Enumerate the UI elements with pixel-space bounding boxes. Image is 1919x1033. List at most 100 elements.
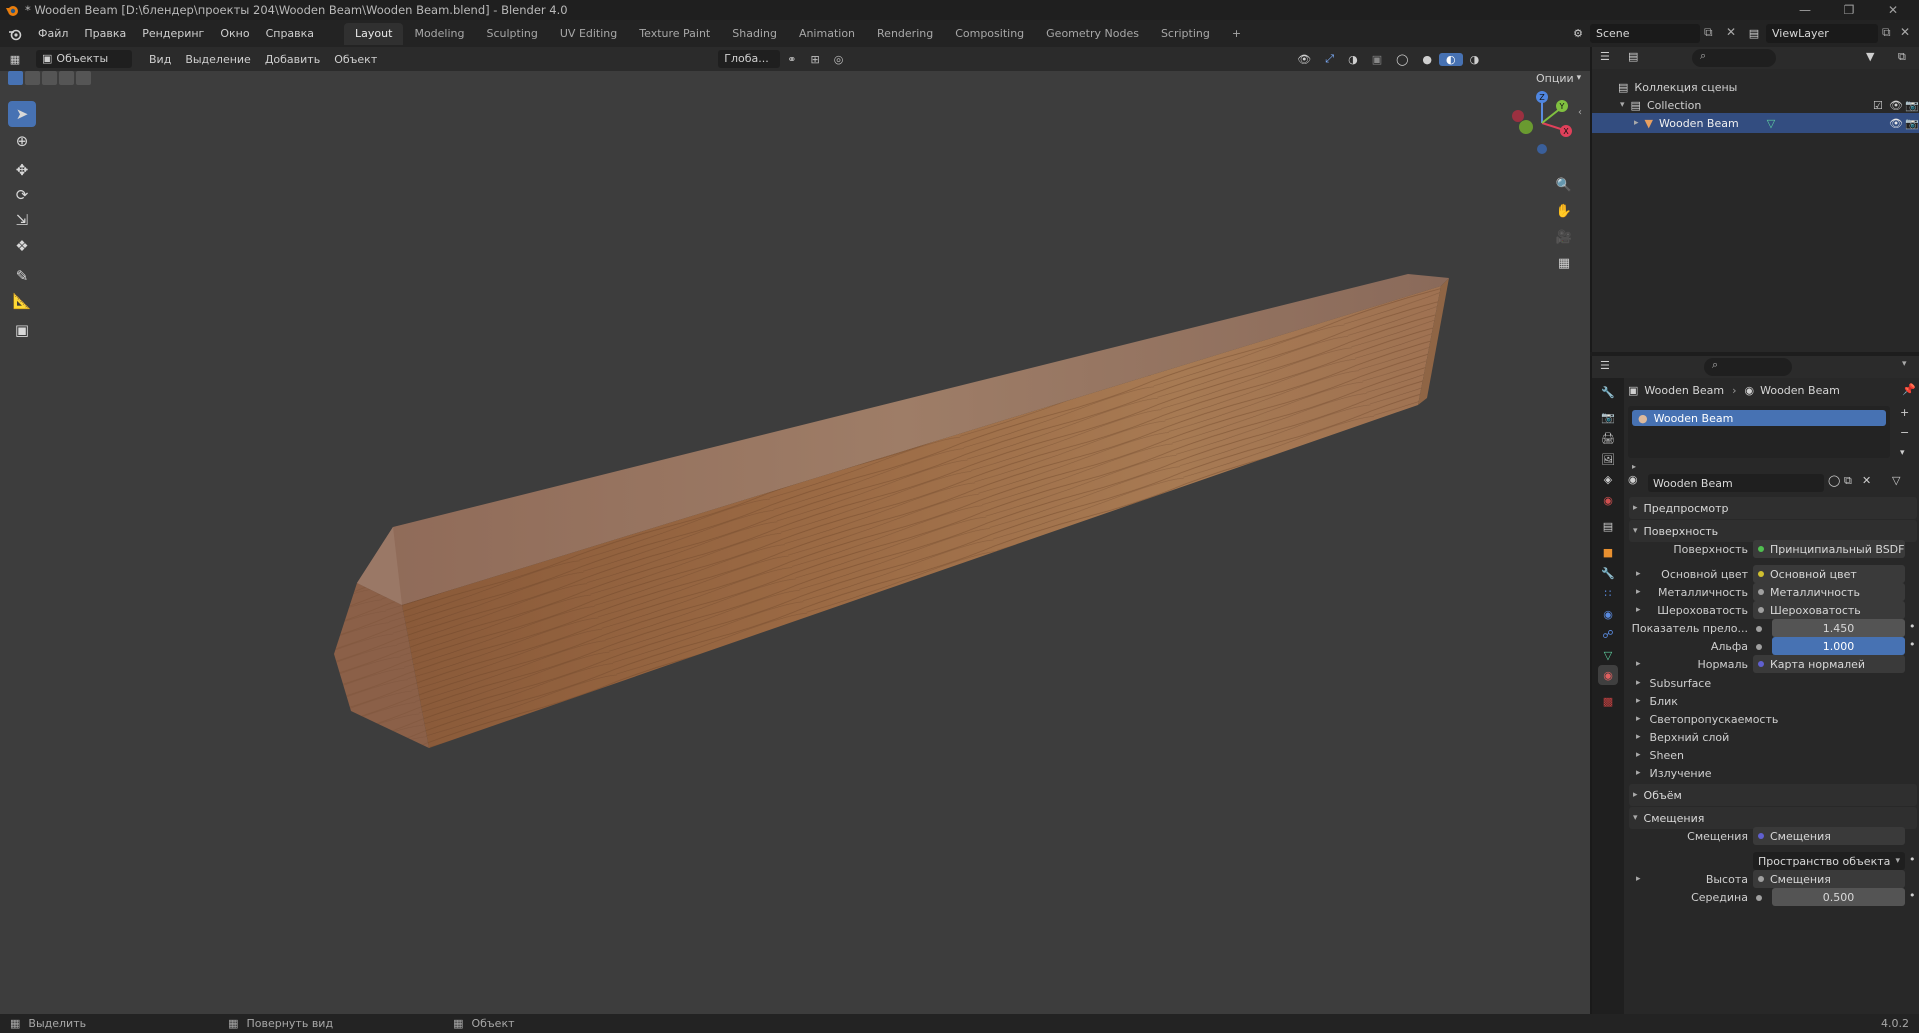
tab-shading[interactable]: Shading xyxy=(721,23,788,45)
surface-shader-field[interactable]: Принципиальный BSDF xyxy=(1753,540,1905,558)
section-displacement[interactable]: ▾ Смещения xyxy=(1629,807,1917,829)
scene-field[interactable]: Scene xyxy=(1590,24,1700,43)
camera-render-icon[interactable]: 📷 xyxy=(1905,99,1919,112)
material-tab-icon[interactable]: ◉ xyxy=(1598,665,1618,685)
displacement-field[interactable]: Смещения xyxy=(1753,827,1905,845)
display-mode-icon[interactable]: ▤ xyxy=(1628,50,1638,63)
subpanel-sheen[interactable]: ▸ Sheen xyxy=(1636,745,1916,765)
keyframe-dot-icon[interactable]: • xyxy=(1909,889,1916,902)
section-preview[interactable]: ▸ Предпросмотр xyxy=(1629,497,1917,519)
keyframe-dot-icon[interactable]: • xyxy=(1909,638,1916,651)
outliner-search-input[interactable]: ⌕ xyxy=(1692,49,1776,67)
physics-tab-icon[interactable]: ◉ xyxy=(1598,604,1618,624)
render-tab-icon[interactable]: 📷 xyxy=(1598,407,1618,427)
minimize-button[interactable]: — xyxy=(1783,0,1827,20)
normal-field[interactable]: Карта нормалей xyxy=(1753,655,1905,673)
subpanel-transmission[interactable]: ▸ Светопропускаемость xyxy=(1636,709,1916,729)
outliner-row-scene-collection[interactable]: ▤ Коллекция сцены xyxy=(1592,77,1919,97)
material-filter-icon[interactable]: ▽ xyxy=(1892,474,1900,487)
menu-file[interactable]: Файл xyxy=(30,20,76,47)
ior-value-field[interactable]: 1.450 xyxy=(1772,619,1905,637)
properties-editor-icon[interactable]: ☰ xyxy=(1600,359,1610,372)
tab-sculpting[interactable]: Sculpting xyxy=(476,23,549,45)
view-layer-remove-icon[interactable]: ✕ xyxy=(1900,25,1910,39)
transform-orientation-dropdown[interactable]: Глоба... xyxy=(718,50,781,68)
modifier-tab-icon[interactable]: 🔧 xyxy=(1598,563,1618,583)
outliner-row-wooden-beam[interactable]: ▸ ▼ Wooden Beam ▽ 👁 📷 xyxy=(1592,113,1919,133)
fake-user-shield-icon[interactable]: ◯ xyxy=(1828,474,1840,487)
visibility-icon[interactable]: 👁 xyxy=(1290,53,1318,66)
blender-menu-icon[interactable] xyxy=(0,27,30,41)
editor-type-icon[interactable]: ▦ xyxy=(0,53,30,66)
scene-selector-icon[interactable]: ⚙ xyxy=(1568,24,1588,43)
output-tab-icon[interactable]: 🖨 xyxy=(1598,428,1618,448)
pivot-point-icon[interactable]: ⚭ xyxy=(780,53,803,66)
tab-modeling[interactable]: Modeling xyxy=(403,23,475,45)
new-collection-icon[interactable]: ⧉ xyxy=(1898,50,1906,64)
material-name-field[interactable]: Wooden Beam xyxy=(1648,474,1824,492)
zoom-icon[interactable]: 🔍 xyxy=(1552,173,1576,197)
object-tab-icon[interactable]: ■ xyxy=(1598,542,1618,562)
3d-viewport[interactable]: Опции ▾ ➤ ⊕ ✥ ⟳ ⇲ ❖ ✎ 📐 ▣ Z X Y 🔍 ✋ 🎥 ▦ … xyxy=(0,71,1590,1014)
snap-icon[interactable]: ⊞ xyxy=(803,53,826,66)
subpanel-subsurface[interactable]: ▸ Subsurface xyxy=(1636,673,1916,693)
menu-window[interactable]: Окно xyxy=(212,20,257,47)
menu-help[interactable]: Справка xyxy=(258,20,322,47)
proportional-edit-icon[interactable]: ◎ xyxy=(827,53,851,66)
scene-new-icon[interactable]: ⧉ xyxy=(1704,25,1713,40)
unlink-material-icon[interactable]: ✕ xyxy=(1862,474,1871,487)
tool-tab-icon[interactable]: 🔧 xyxy=(1598,382,1618,402)
slot-specials-icon[interactable]: ▾ xyxy=(1900,448,1905,458)
camera-render-icon[interactable]: 📷 xyxy=(1905,117,1919,130)
navigation-gizmo[interactable]: Z X Y xyxy=(1502,83,1582,163)
displacement-space-dropdown[interactable]: Пространство объекта ▾ xyxy=(1753,852,1905,870)
wooden-beam-mesh[interactable] xyxy=(0,71,1590,1014)
menu-render[interactable]: Рендеринг xyxy=(134,20,212,47)
menu-object[interactable]: Объект xyxy=(327,53,384,66)
alpha-value-field[interactable]: 1.000 xyxy=(1772,637,1905,655)
menu-edit[interactable]: Правка xyxy=(76,20,134,47)
subpanel-specular[interactable]: ▸ Блик xyxy=(1636,691,1916,711)
list-expand-icon[interactable]: ▸ xyxy=(1632,462,1636,471)
scene-remove-icon[interactable]: ✕ xyxy=(1726,25,1736,39)
subpanel-coat[interactable]: ▸ Верхний слой xyxy=(1636,727,1916,747)
data-tab-icon[interactable]: ▽ xyxy=(1598,645,1618,665)
menu-view[interactable]: Вид xyxy=(142,53,178,66)
material-preview-shading-icon[interactable]: ◐ xyxy=(1439,52,1463,66)
scene-tab-icon[interactable]: ◈ xyxy=(1598,469,1618,489)
tab-scripting[interactable]: Scripting xyxy=(1150,23,1221,45)
section-surface[interactable]: ▾ Поверхность xyxy=(1629,520,1917,542)
socket-icon[interactable] xyxy=(1756,622,1768,635)
pin-icon[interactable]: 📌 xyxy=(1902,383,1916,396)
tab-layout[interactable]: Layout xyxy=(344,22,404,45)
view-layer-field[interactable]: ViewLayer xyxy=(1766,24,1878,43)
collection-tab-icon[interactable]: ▤ xyxy=(1598,516,1618,536)
particles-tab-icon[interactable]: ∷ xyxy=(1598,583,1618,603)
tab-animation[interactable]: Animation xyxy=(788,23,866,45)
xray-toggle-icon[interactable]: ▣ xyxy=(1365,53,1389,66)
camera-view-icon[interactable]: 🎥 xyxy=(1552,225,1576,249)
tab-geometry-nodes[interactable]: Geometry Nodes xyxy=(1035,23,1150,45)
outliner-editor-icon[interactable]: ☰ xyxy=(1600,50,1610,63)
solid-shading-icon[interactable]: ● xyxy=(1415,53,1439,66)
exclude-checkbox-icon[interactable]: ☑ xyxy=(1873,99,1883,112)
height-field[interactable]: Смещения xyxy=(1753,870,1905,888)
material-browse-icon[interactable]: ◉ xyxy=(1628,473,1638,486)
outliner-row-collection[interactable]: ▾ ▤ Collection ☑ 👁 📷 xyxy=(1592,95,1919,115)
roughness-field[interactable]: Шероховатость xyxy=(1753,601,1905,619)
view-layer-icon[interactable]: ▤ xyxy=(1744,24,1764,43)
view-layer-new-icon[interactable]: ⧉ xyxy=(1882,25,1891,40)
perspective-grid-icon[interactable]: ▦ xyxy=(1552,251,1576,275)
rendered-shading-icon[interactable]: ◑ xyxy=(1463,53,1487,66)
wireframe-shading-icon[interactable]: ◯ xyxy=(1389,53,1415,66)
maximize-button[interactable]: ❐ xyxy=(1827,0,1871,20)
metallic-field[interactable]: Металличность xyxy=(1753,583,1905,601)
overlay-toggle-icon[interactable]: ◑ xyxy=(1341,53,1365,66)
close-window-button[interactable]: ✕ xyxy=(1871,0,1915,20)
expand-triangle-icon[interactable]: ▾ xyxy=(1620,100,1625,110)
tab-rendering[interactable]: Rendering xyxy=(866,23,944,45)
world-tab-icon[interactable]: ◉ xyxy=(1598,490,1618,510)
gizmo-toggle-icon[interactable]: ⤢ xyxy=(1318,52,1341,66)
socket-icon[interactable] xyxy=(1756,891,1768,904)
midlevel-value-field[interactable]: 0.500 xyxy=(1772,888,1905,906)
